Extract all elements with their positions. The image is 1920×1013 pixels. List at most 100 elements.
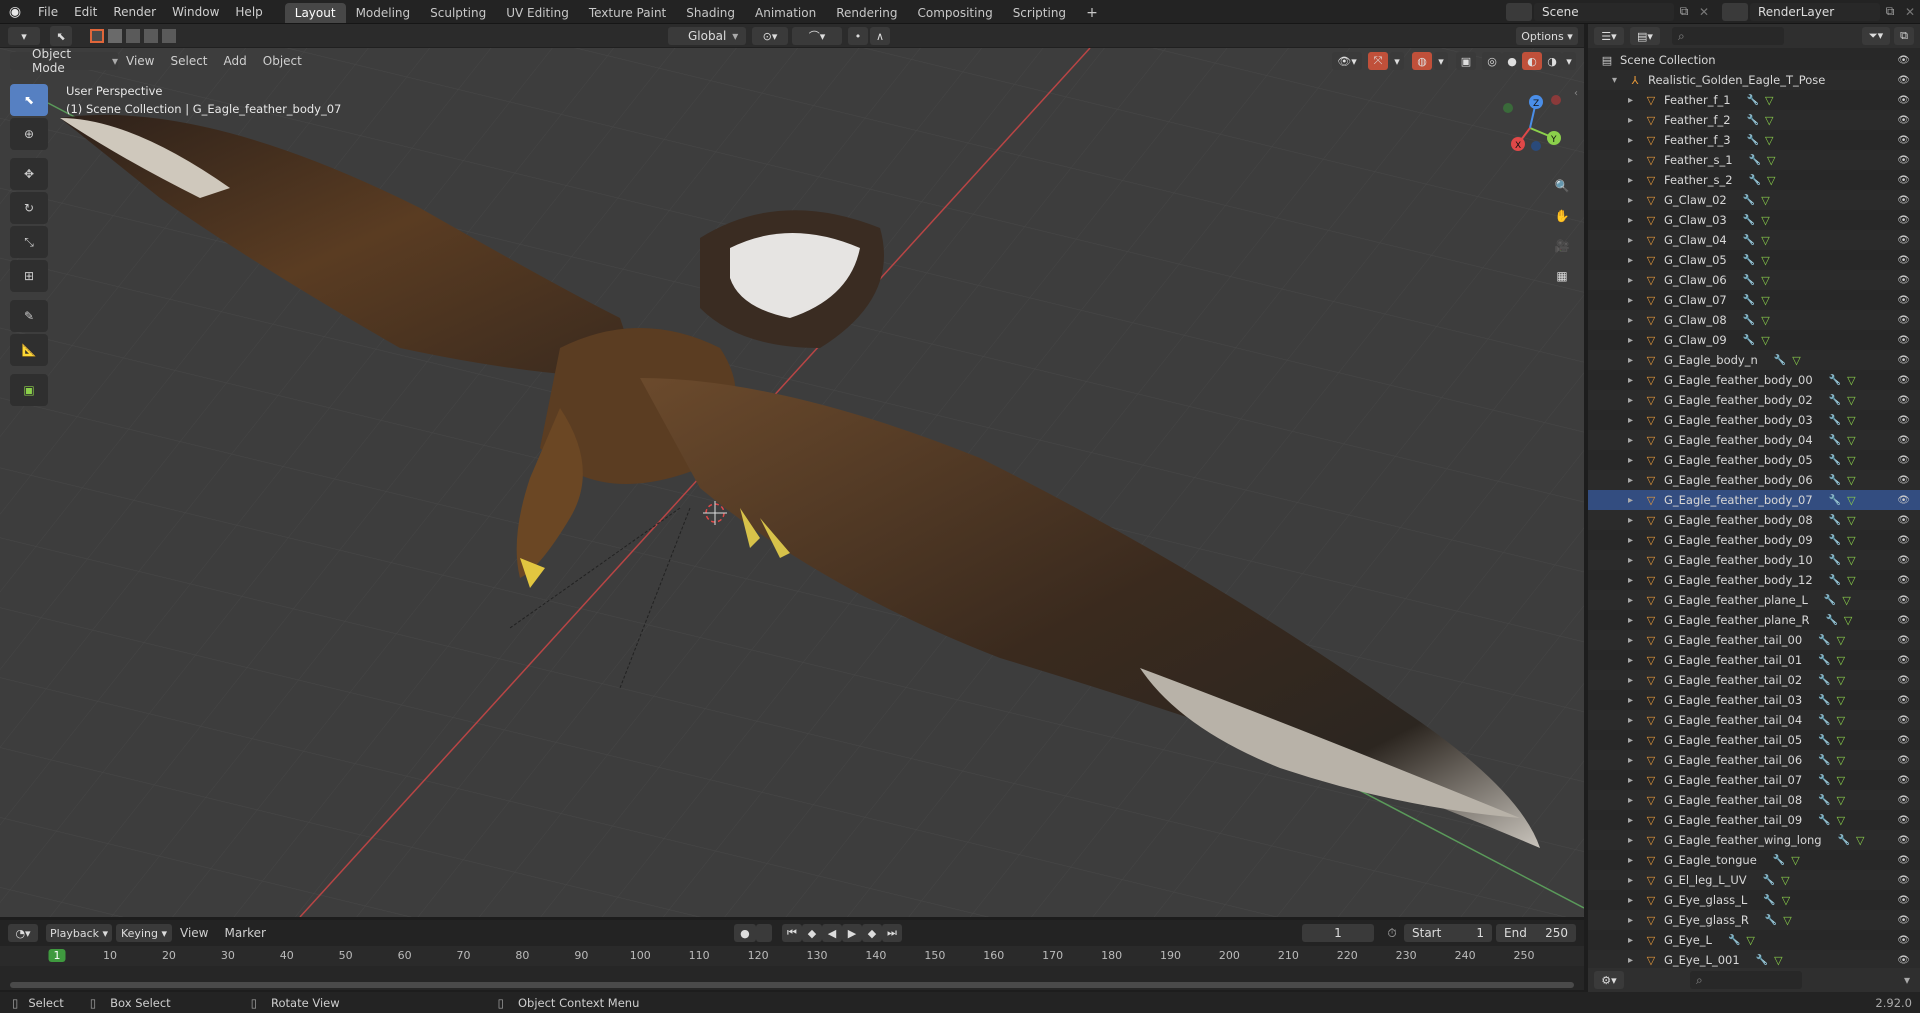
outliner-item[interactable]: ▸ ▽ G_Eagle_feather_body_05 🔧 ▽ 👁 [1588,450,1920,470]
modifier-wrench-icon[interactable]: 🔧 [1747,95,1759,106]
outliner-scene-collection[interactable]: ▤ Scene Collection 👁 [1588,50,1920,70]
modifier-wrench-icon[interactable]: 🔧 [1749,175,1761,186]
visibility-eye-icon[interactable]: 👁 [1897,275,1910,286]
expand-arrow-icon[interactable]: ▸ [1628,135,1642,146]
outliner-item[interactable]: ▸ ▽ G_El_leg_L_UV 🔧 ▽ 👁 [1588,870,1920,890]
tab-animation[interactable]: Animation [745,3,826,23]
modifier-wrench-icon[interactable]: 🔧 [1829,495,1841,506]
outliner-item[interactable]: ▸ ▽ Feather_f_1 🔧 ▽ 👁 [1588,90,1920,110]
mesh-data-icon[interactable]: ▽ [1837,794,1845,807]
modifier-wrench-icon[interactable]: 🔧 [1838,835,1850,846]
proportional-edit-icon[interactable]: • [848,27,868,45]
visibility-eye-icon[interactable]: 👁 [1897,415,1910,426]
modifier-wrench-icon[interactable]: 🔧 [1829,395,1841,406]
modifier-wrench-icon[interactable]: 🔧 [1829,515,1841,526]
mesh-data-icon[interactable]: ▽ [1837,654,1845,667]
expand-arrow-icon[interactable]: ▸ [1628,115,1642,126]
expand-arrow-icon[interactable]: ▸ [1628,655,1642,666]
jump-end-icon[interactable]: ⏭ [881,924,902,942]
modifier-wrench-icon[interactable]: 🔧 [1829,375,1841,386]
mesh-data-icon[interactable]: ▽ [1782,894,1790,907]
modifier-wrench-icon[interactable]: 🔧 [1818,655,1830,666]
visibility-eye-icon[interactable]: 👁 [1897,655,1910,666]
expand-arrow-icon[interactable]: ▸ [1628,575,1642,586]
modifier-wrench-icon[interactable]: 🔧 [1743,275,1755,286]
modifier-wrench-icon[interactable]: 🔧 [1747,135,1759,146]
expand-arrow-icon[interactable]: ▸ [1628,355,1642,366]
rotate-tool[interactable]: ↻ [10,192,48,224]
expand-arrow-icon[interactable]: ▸ [1628,155,1642,166]
transform-orientation-dropdown[interactable]: Global ▾ [668,27,746,45]
expand-arrow-icon[interactable]: ▸ [1628,195,1642,206]
mesh-data-icon[interactable]: ▽ [1847,554,1855,567]
timeline-menu-view[interactable]: View [172,921,216,945]
modifier-wrench-icon[interactable]: 🔧 [1743,295,1755,306]
ortho-toggle-icon[interactable]: ▦ [1548,262,1576,290]
visibility-eye-icon[interactable]: 👁 [1897,135,1910,146]
mesh-data-icon[interactable]: ▽ [1837,754,1845,767]
outliner-search-input[interactable]: ⌕ [1672,27,1784,45]
expand-arrow-icon[interactable]: ▸ [1628,675,1642,686]
preview-range-icon[interactable]: ⏱ [1380,926,1404,941]
expand-arrow-icon[interactable]: ▸ [1628,95,1642,106]
tab-layout[interactable]: Layout [284,2,346,23]
scale-tool[interactable]: ⤡ [10,226,48,258]
expand-arrow-icon[interactable]: ▸ [1628,275,1642,286]
cursor-tool[interactable]: ⊕ [10,118,48,150]
modifier-wrench-icon[interactable]: 🔧 [1818,735,1830,746]
visibility-eye-icon[interactable]: 👁 [1897,515,1910,526]
render-layer-icon[interactable] [1722,2,1748,21]
new-layer-icon[interactable]: ⧉ [1880,4,1900,19]
new-scene-icon[interactable]: ⧉ [1674,4,1694,19]
menu-help[interactable]: Help [227,0,270,24]
mesh-data-icon[interactable]: ▽ [1847,534,1855,547]
outliner-item[interactable]: ▸ ▽ G_Eagle_feather_body_12 🔧 ▽ 👁 [1588,570,1920,590]
record-icon[interactable]: ● [733,924,756,942]
end-frame-field[interactable]: End 250 [1496,924,1576,942]
select-box-tool[interactable]: ⬉ [10,84,48,116]
timeline-track[interactable] [0,966,1584,990]
menu-edit[interactable]: Edit [66,0,105,24]
modifier-wrench-icon[interactable]: 🔧 [1728,935,1740,946]
mesh-data-icon[interactable]: ▽ [1837,694,1845,707]
outliner-item[interactable]: ▸ ▽ G_Eagle_feather_wing_long 🔧 ▽ 👁 [1588,830,1920,850]
expand-arrow-icon[interactable]: ▸ [1628,755,1642,766]
expand-arrow-icon[interactable]: ▸ [1628,895,1642,906]
modifier-wrench-icon[interactable]: 🔧 [1818,755,1830,766]
mesh-data-icon[interactable]: ▽ [1767,154,1775,167]
expand-arrow-icon[interactable]: ▸ [1628,435,1642,446]
mesh-data-icon[interactable]: ▽ [1761,314,1769,327]
navigation-gizmo[interactable]: Y Z X [1490,88,1570,168]
mesh-data-icon[interactable]: ▽ [1842,594,1850,607]
outliner-item[interactable]: ▸ ▽ G_Eye_glass_L 🔧 ▽ 👁 [1588,890,1920,910]
outliner-item[interactable]: ▸ ▽ Feather_s_2 🔧 ▽ 👁 [1588,170,1920,190]
visibility-eye-icon[interactable]: 👁 [1897,495,1910,506]
expand-arrow-icon[interactable]: ▸ [1628,595,1642,606]
blender-logo-icon[interactable]: ◉ [0,4,30,20]
outliner-item[interactable]: ▸ ▽ G_Claw_05 🔧 ▽ 👁 [1588,250,1920,270]
visibility-eye-icon[interactable]: 👁 [1897,235,1910,246]
pivot-icon[interactable]: ⊙▾ [752,27,788,45]
outliner-item[interactable]: ▸ ▽ G_Eagle_feather_body_04 🔧 ▽ 👁 [1588,430,1920,450]
mesh-data-icon[interactable]: ▽ [1761,294,1769,307]
modifier-wrench-icon[interactable]: 🔧 [1829,475,1841,486]
expand-arrow-icon[interactable]: ▸ [1628,295,1642,306]
visibility-eye-icon[interactable]: 👁 [1897,735,1910,746]
visibility-eye-icon[interactable]: 👁 [1897,295,1910,306]
visibility-eye-icon[interactable]: 👁 [1897,335,1910,346]
tab-rendering[interactable]: Rendering [826,3,907,23]
timeline-scrollbar[interactable] [10,982,1574,988]
expand-arrow-icon[interactable]: ▸ [1628,515,1642,526]
modifier-wrench-icon[interactable]: 🔧 [1774,355,1786,366]
outliner-item[interactable]: ▸ ▽ G_Eagle_feather_body_02 🔧 ▽ 👁 [1588,390,1920,410]
expand-arrow-icon[interactable]: ▸ [1628,375,1642,386]
visibility-eye-icon[interactable]: 👁 [1897,615,1910,626]
visibility-eye-icon[interactable]: 👁 [1897,595,1910,606]
visibility-eye-icon[interactable]: 👁 [1897,875,1910,886]
modifier-wrench-icon[interactable]: 🔧 [1743,195,1755,206]
mesh-data-icon[interactable]: ▽ [1847,394,1855,407]
outliner-item[interactable]: ▸ ▽ G_Claw_03 🔧 ▽ 👁 [1588,210,1920,230]
move-tool[interactable]: ✥ [10,158,48,190]
visibility-eye-icon[interactable]: 👁 [1897,175,1910,186]
modifier-wrench-icon[interactable]: 🔧 [1747,115,1759,126]
